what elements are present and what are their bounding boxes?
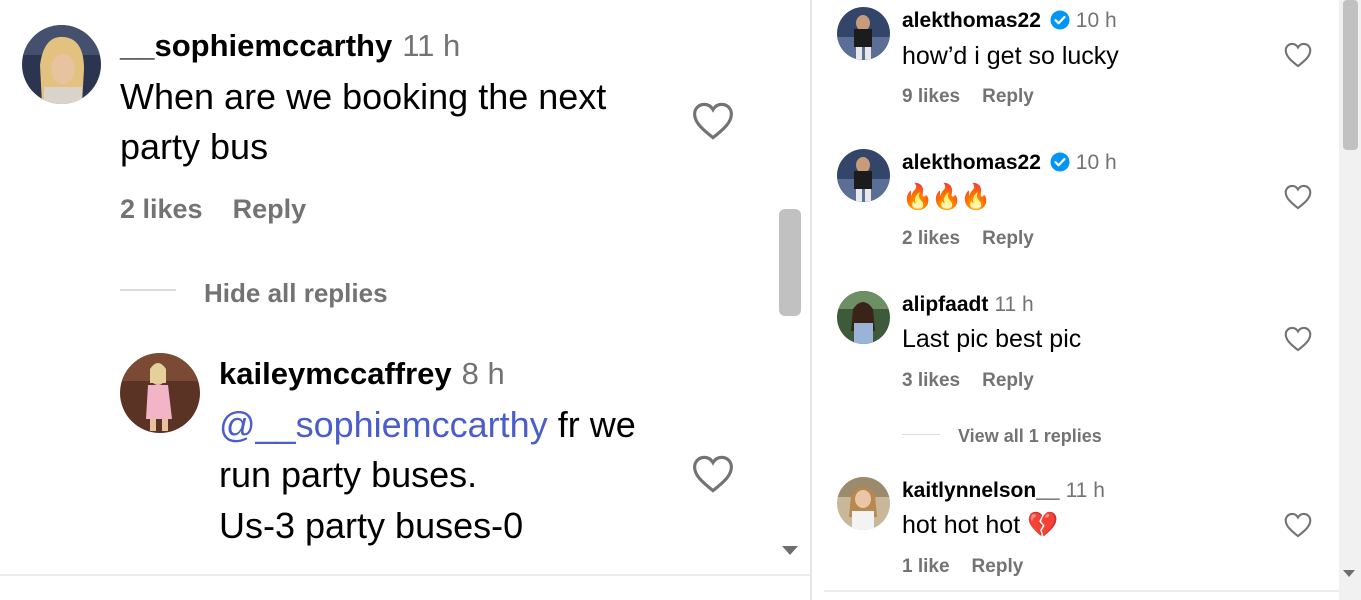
- view-replies-button[interactable]: View all 1 replies: [958, 426, 1102, 447]
- heart-icon[interactable]: [1284, 42, 1312, 73]
- comment-meta: 3 likes Reply: [902, 370, 1034, 392]
- likes-count[interactable]: 2 likes: [120, 194, 203, 224]
- comment-time: 11 h: [1065, 479, 1105, 502]
- comment-text: Last pic best pic: [902, 325, 1082, 353]
- likes-count[interactable]: 2 likes: [902, 228, 960, 249]
- comment-username[interactable]: __sophiemccarthy 11 h: [120, 28, 460, 64]
- replies-divider: [902, 434, 940, 435]
- scroll-down-arrow-icon[interactable]: [782, 546, 798, 555]
- reply-line-2: run party buses.: [219, 454, 478, 496]
- comment-text: hot hot hot 💔: [902, 511, 1059, 539]
- comment-line-2: party bus: [120, 126, 269, 168]
- replies-divider: [120, 289, 176, 291]
- verified-badge-icon: [1050, 152, 1070, 178]
- reply-username[interactable]: kaileymccaffrey 8 h: [219, 356, 505, 392]
- reply-button[interactable]: Reply: [982, 228, 1034, 249]
- avatar-sophiemccarthy[interactable]: [22, 25, 101, 104]
- heart-icon[interactable]: [1284, 512, 1312, 543]
- comment-text: When are we booking the next party bus: [120, 72, 606, 173]
- reply-button[interactable]: Reply: [982, 86, 1034, 107]
- heart-icon[interactable]: [692, 101, 734, 146]
- username-text[interactable]: __sophiemccarthy: [120, 28, 392, 63]
- heart-icon[interactable]: [1284, 326, 1312, 357]
- username-text[interactable]: alekthomas22: [902, 151, 1041, 174]
- comment-line-1: When are we booking the next: [120, 76, 607, 117]
- comment-meta: 9 likes Reply: [902, 86, 1034, 108]
- right-comments-panel: alekthomas22 10 h how’d i get so lucky 9…: [812, 0, 1361, 600]
- reply-button[interactable]: Reply: [982, 370, 1034, 391]
- comment-time: 11 h: [994, 293, 1034, 316]
- reply-line-3: Us-3 party buses-0: [219, 504, 524, 546]
- mention-link[interactable]: @__sophiemccarthy: [219, 404, 548, 445]
- likes-count[interactable]: 1 like: [902, 556, 950, 577]
- avatar-alekthomas22[interactable]: [837, 149, 890, 202]
- scrollbar-thumb[interactable]: [779, 209, 801, 316]
- reply-button[interactable]: Reply: [972, 556, 1024, 577]
- verified-badge-icon: [1050, 10, 1070, 36]
- avatar-kaileymccaffrey[interactable]: [120, 353, 200, 433]
- reply-time: 8 h: [461, 356, 505, 391]
- reply-text: @__sophiemccarthy fr we run party buses.…: [219, 400, 636, 551]
- avatar-alipfaadt[interactable]: [837, 291, 890, 344]
- hide-replies-button[interactable]: Hide all replies: [204, 278, 388, 309]
- likes-count[interactable]: 3 likes: [902, 370, 960, 391]
- comment-time: 10 h: [1075, 9, 1117, 32]
- avatar-alekthomas22[interactable]: [837, 7, 890, 60]
- comment-text: 🔥🔥🔥: [902, 183, 991, 211]
- username-text[interactable]: alipfaadt: [902, 293, 988, 316]
- avatar-kaitlynnelson[interactable]: [837, 477, 890, 530]
- comment-username[interactable]: alekthomas22 10 h: [902, 151, 1117, 178]
- reply-button[interactable]: Reply: [233, 194, 307, 224]
- comment-username[interactable]: alekthomas22 10 h: [902, 9, 1117, 36]
- heart-icon[interactable]: [692, 454, 734, 499]
- comment-meta: 1 like Reply: [902, 556, 1023, 578]
- comment-meta: 2 likes Reply: [120, 194, 306, 225]
- comment-username[interactable]: alipfaadt 11 h: [902, 293, 1034, 317]
- likes-count[interactable]: 9 likes: [902, 86, 960, 107]
- reply-line-1-text: fr we: [547, 404, 636, 445]
- username-text[interactable]: kaitlynnelson__: [902, 479, 1060, 502]
- username-text[interactable]: kaileymccaffrey: [219, 356, 452, 391]
- username-text[interactable]: alekthomas22: [902, 9, 1041, 32]
- comment-meta: 2 likes Reply: [902, 228, 1034, 250]
- reply-line-1: @__sophiemccarthy fr we: [219, 400, 636, 450]
- left-comments-panel: __sophiemccarthy 11 h When are we booking…: [0, 0, 810, 600]
- scroll-down-arrow-icon[interactable]: [1343, 570, 1355, 577]
- comment-time: 10 h: [1075, 151, 1117, 174]
- bottom-divider: [0, 574, 810, 576]
- bottom-divider: [824, 590, 1339, 592]
- heart-icon[interactable]: [1284, 184, 1312, 215]
- comment-text: how’d i get so lucky: [902, 42, 1119, 70]
- comment-username[interactable]: kaitlynnelson__ 11 h: [902, 479, 1105, 503]
- comment-time: 11 h: [402, 28, 461, 63]
- scrollbar-thumb[interactable]: [1343, 0, 1358, 150]
